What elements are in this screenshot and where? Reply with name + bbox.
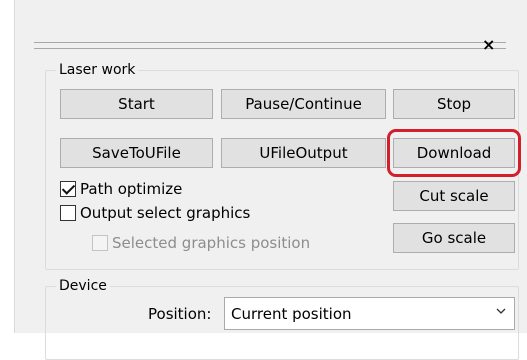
output-select-graphics-option[interactable]: Output select graphics — [60, 204, 250, 222]
device-legend: Device — [59, 278, 107, 294]
cut-scale-button[interactable]: Cut scale — [393, 181, 515, 211]
stop-button[interactable]: Stop — [393, 89, 515, 119]
go-scale-button[interactable]: Go scale — [393, 223, 515, 253]
close-icon[interactable]: × — [482, 37, 495, 53]
path-optimize-label: Path optimize — [80, 180, 183, 198]
path-optimize-option[interactable]: Path optimize — [60, 180, 182, 198]
save-to-ufile-button[interactable]: SaveToUFile — [60, 138, 213, 168]
laser-work-legend: Laser work — [59, 62, 136, 78]
path-optimize-checkbox[interactable] — [60, 181, 76, 197]
start-button[interactable]: Start — [60, 89, 213, 119]
selected-graphics-position-label: Selected graphics position — [112, 234, 311, 252]
position-label: Position: — [148, 305, 212, 323]
position-dropdown[interactable]: Current position — [224, 297, 515, 330]
left-margin — [0, 0, 14, 333]
download-highlight — [387, 129, 521, 177]
output-select-graphics-checkbox[interactable] — [60, 205, 76, 221]
selected-graphics-position-checkbox — [92, 235, 108, 251]
ufile-output-button[interactable]: UFileOutput — [221, 138, 386, 168]
pause-continue-button[interactable]: Pause/Continue — [221, 89, 386, 119]
output-select-graphics-label: Output select graphics — [80, 204, 251, 222]
chevron-down-icon[interactable] — [496, 306, 506, 316]
selected-graphics-position-option: Selected graphics position — [92, 234, 310, 252]
position-dropdown-value: Current position — [231, 304, 352, 323]
panel-title-bar[interactable] — [34, 38, 512, 52]
drag-grip[interactable] — [34, 42, 506, 49]
